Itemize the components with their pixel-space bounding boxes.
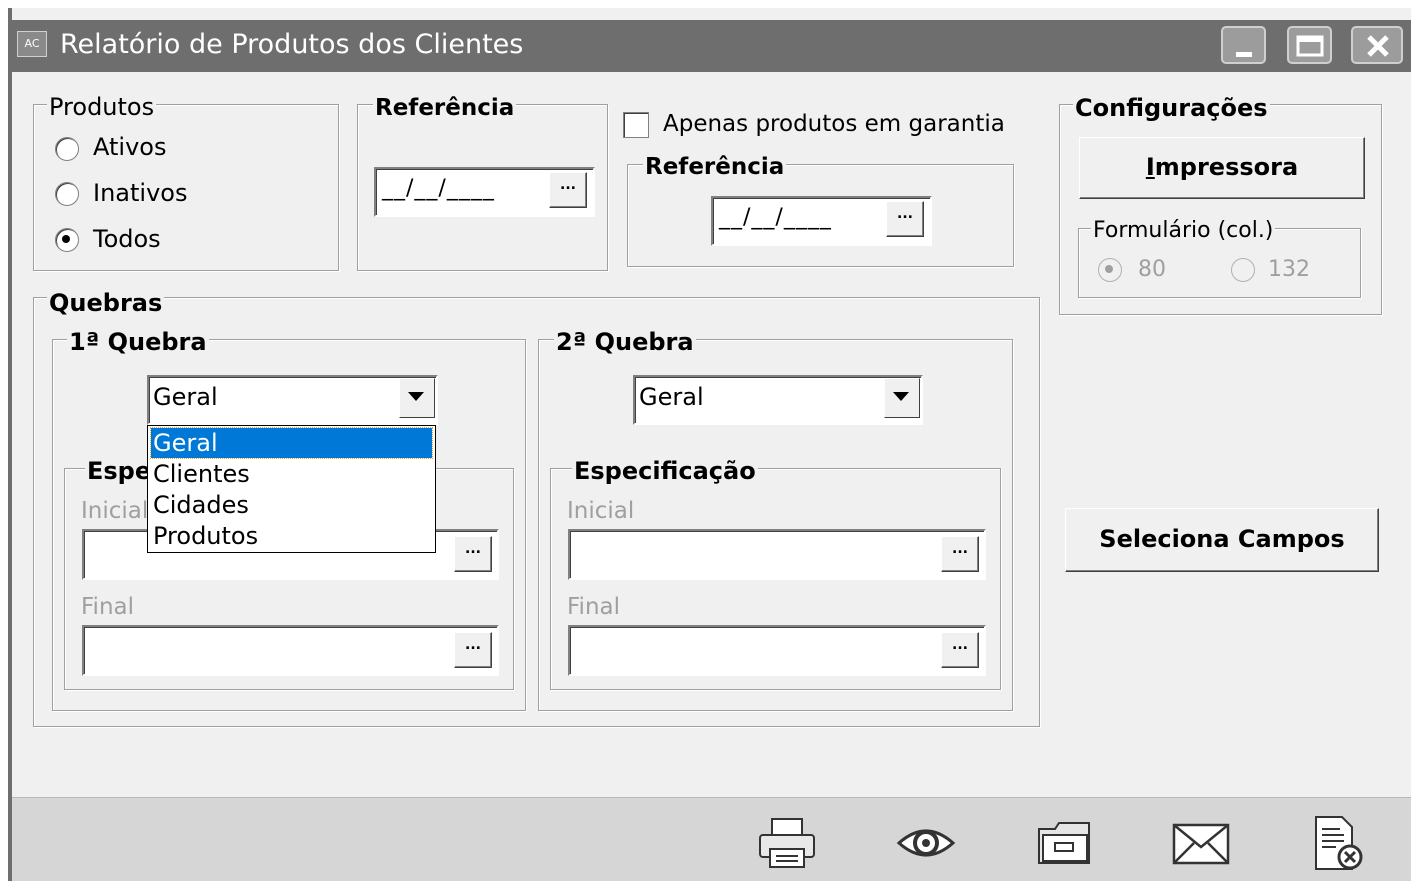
label-col-132: 132: [1268, 257, 1310, 282]
radio-ativos[interactable]: [55, 137, 79, 161]
dropdown-option-produtos[interactable]: Produtos: [151, 521, 432, 551]
date-mask: __/__/____: [382, 176, 495, 201]
radio-todos[interactable]: [55, 228, 79, 252]
quebra2-legend: 2ª Quebra: [554, 328, 696, 356]
quebra2-final-label: Final: [567, 594, 621, 620]
app-icon: AC: [17, 31, 47, 57]
quebra2-inicial-lookup-button[interactable]: ...: [941, 536, 979, 572]
email-icon[interactable]: [1170, 815, 1232, 871]
dropdown-option-geral[interactable]: Geral: [150, 427, 433, 459]
quebra1-especificacao-legend: Espe: [85, 457, 154, 485]
quebra1-final-lookup-button[interactable]: ...: [454, 632, 492, 668]
impressora-button[interactable]: Impressora: [1079, 137, 1365, 199]
garantia-label: Apenas produtos em garantia: [663, 111, 1005, 137]
seleciona-campos-button[interactable]: Seleciona Campos: [1065, 508, 1379, 572]
close-report-icon[interactable]: [1306, 815, 1368, 871]
minimize-button[interactable]: [1221, 26, 1266, 64]
quebra1-selected-value: Geral: [153, 383, 218, 411]
quebra1-final-field[interactable]: ...: [82, 625, 499, 676]
label-inativos: Inativos: [93, 179, 188, 207]
radio-inativos[interactable]: [55, 182, 79, 206]
quebra1-final-label: Final: [81, 594, 135, 620]
dropdown-option-clientes[interactable]: Clientes: [151, 459, 432, 489]
radio-col-80[interactable]: [1098, 258, 1122, 282]
garantia-referencia-legend: Referência: [643, 154, 787, 180]
radio-col-132[interactable]: [1231, 258, 1255, 282]
quebra2-final-lookup-button[interactable]: ...: [941, 632, 979, 668]
chevron-down-icon: [408, 392, 424, 401]
quebra2-selected-value: Geral: [639, 383, 704, 411]
referencia-date-field[interactable]: __/__/____ ...: [374, 167, 595, 217]
label-todos: Todos: [93, 225, 161, 253]
quebras-legend: Quebras: [47, 289, 165, 317]
quebra2-select[interactable]: Geral: [633, 375, 923, 425]
configuracoes-legend: Configurações: [1073, 94, 1270, 122]
quebra1-dropdown-button[interactable]: [399, 378, 435, 418]
radio-selected-dot: [62, 235, 70, 243]
maximize-button[interactable]: [1287, 26, 1332, 64]
radio-selected-dot: [1105, 265, 1113, 273]
close-icon: [1367, 35, 1389, 57]
dropdown-option-cidades[interactable]: Cidades: [151, 490, 432, 520]
impressora-label: mpressora: [1154, 153, 1299, 181]
quebra1-select[interactable]: Geral: [147, 375, 438, 425]
quebra1-inicial-lookup-button[interactable]: ...: [454, 536, 492, 572]
impressora-accelerator: I: [1145, 153, 1155, 181]
garantia-lookup-button[interactable]: ...: [886, 201, 924, 237]
label-col-80: 80: [1138, 257, 1166, 282]
quebra2-especificacao-legend: Especificação: [572, 457, 758, 485]
produtos-legend: Produtos: [47, 93, 157, 121]
formulario-legend: Formulário (col.): [1091, 218, 1276, 244]
maximize-icon: [1296, 35, 1324, 57]
quebra2-inicial-label: Inicial: [567, 498, 635, 524]
folder-icon[interactable]: [1033, 815, 1095, 871]
date-mask: __/__/____: [719, 205, 832, 230]
referencia-lookup-button[interactable]: ...: [549, 172, 587, 208]
chevron-down-icon: [893, 392, 909, 401]
garantia-date-field[interactable]: __/__/____ ...: [711, 196, 932, 246]
quebra1-inicial-label: Inicial: [81, 498, 149, 524]
minimize-icon: [1236, 52, 1252, 57]
label-ativos: Ativos: [93, 133, 167, 161]
quebra2-dropdown-button[interactable]: [884, 378, 920, 418]
quebra1-legend: 1ª Quebra: [67, 328, 209, 356]
referencia-legend: Referência: [373, 95, 517, 121]
preview-eye-icon[interactable]: [895, 815, 957, 871]
quebra1-dropdown-list: Geral Clientes Cidades Produtos: [147, 425, 436, 553]
printer-icon[interactable]: [756, 815, 818, 871]
garantia-checkbox[interactable]: [623, 112, 649, 138]
quebra2-inicial-field[interactable]: ...: [568, 529, 986, 580]
close-button[interactable]: [1351, 26, 1403, 64]
quebra2-final-field[interactable]: ...: [568, 625, 986, 676]
window-title: Relatório de Produtos dos Clientes: [60, 29, 524, 60]
